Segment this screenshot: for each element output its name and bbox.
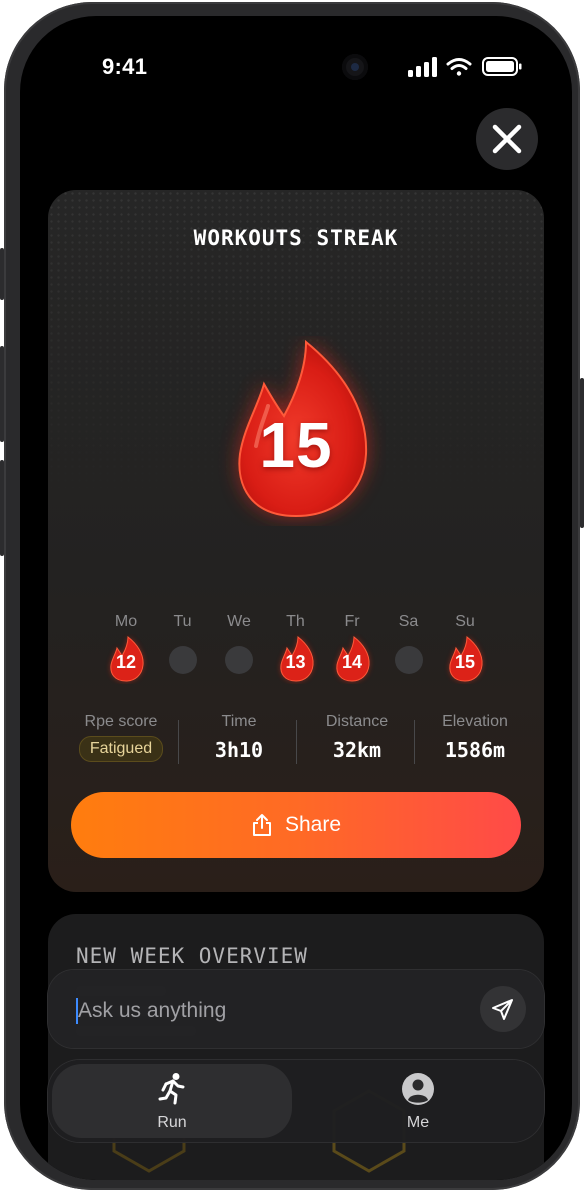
rpe-badge: Fatigued [78, 736, 164, 762]
day-streak-flame: 15 [441, 634, 489, 684]
screen: 9:41 WORKOUTS STREAK 15 Mo 12 Tu We Th 1… [20, 16, 572, 1180]
day-empty-dot [168, 646, 197, 674]
stat-time-label: Time [221, 713, 257, 730]
day-streak-flame: 14 [328, 634, 376, 684]
cellular-signal-icon [408, 57, 437, 77]
front-camera [342, 54, 368, 80]
tab-run[interactable]: Run [52, 1064, 292, 1138]
running-icon [158, 1073, 185, 1105]
share-button[interactable]: Share [71, 792, 521, 858]
battery-icon [482, 57, 522, 76]
day-label: Fr [344, 613, 360, 630]
tab-bar: Run Me [48, 1060, 544, 1142]
profile-icon [402, 1073, 434, 1105]
send-icon [492, 999, 513, 1020]
day-su: Su 15 [437, 612, 493, 684]
day-streak-flame: 13 [272, 634, 320, 684]
streak-count: 15 [259, 409, 333, 481]
stat-distance-value: 32km [332, 738, 382, 762]
stat-elevation-value: 1586m [444, 738, 506, 762]
day-streak-number: 14 [341, 652, 363, 672]
stat-time-value: 3h10 [214, 738, 264, 762]
stat-divider [414, 720, 415, 764]
day-label: Th [286, 613, 305, 630]
week-days: Mo 12 Tu We Th 13 Fr 14 Sa Su 15 [98, 612, 494, 702]
share-icon [252, 814, 271, 836]
volume-down-button [0, 460, 4, 556]
day-streak-flame: 12 [102, 634, 150, 684]
tab-me-label: Me [406, 1114, 430, 1131]
stat-rpe-label: Rpe score [84, 713, 158, 730]
stat-elevation: Elevation 1586m [416, 712, 534, 762]
stat-distance-label: Distance [325, 713, 389, 730]
power-button [580, 378, 584, 528]
streak-card: WORKOUTS STREAK 15 Mo 12 Tu We Th 13 Fr … [48, 190, 544, 892]
day-tu: Tu [155, 612, 211, 674]
volume-up-button [0, 346, 4, 442]
day-streak-number: 12 [115, 652, 137, 672]
stat-rpe: Rpe score Fatigued [62, 712, 180, 762]
status-time: 9:41 [102, 54, 148, 79]
send-button[interactable] [480, 986, 526, 1032]
day-we: We [211, 612, 267, 674]
close-button[interactable] [476, 108, 538, 170]
wifi-icon [446, 58, 472, 76]
ask-placeholder: Ask us anything [78, 999, 227, 1022]
day-label: We [227, 613, 251, 630]
ask-input[interactable]: Ask us anything [48, 970, 544, 1048]
day-streak-number: 13 [285, 652, 306, 672]
day-th: Th 13 [268, 612, 324, 684]
share-label: Share [284, 813, 342, 836]
day-label: Su [455, 613, 475, 630]
overview-title: NEW WEEK OVERVIEW [76, 944, 308, 968]
status-icons [408, 57, 522, 77]
stat-elevation-label: Elevation [442, 713, 508, 730]
day-label: Sa [398, 613, 419, 630]
tab-me[interactable]: Me [296, 1064, 540, 1138]
action-button [0, 248, 4, 300]
tab-run-label: Run [157, 1114, 187, 1131]
day-label: Mo [114, 613, 138, 630]
day-empty-dot [225, 646, 253, 674]
phone-frame: 9:41 WORKOUTS STREAK 15 Mo 12 Tu We Th 1… [0, 2, 584, 1190]
close-icon [492, 124, 522, 154]
day-empty-dot [394, 646, 423, 674]
stat-divider [178, 720, 179, 764]
stats-row: Rpe score Fatigued Time 3h10 Distance 32… [62, 712, 534, 772]
day-streak-number: 15 [454, 652, 476, 672]
day-sa: Sa [381, 612, 437, 674]
day-mo: Mo 12 [98, 612, 154, 684]
stat-divider [296, 720, 297, 764]
stat-distance: Distance 32km [298, 712, 416, 762]
day-label: Tu [173, 613, 192, 630]
streak-title: WORKOUTS STREAK [193, 226, 399, 250]
day-fr: Fr 14 [324, 612, 380, 684]
stat-time: Time 3h10 [180, 712, 298, 762]
